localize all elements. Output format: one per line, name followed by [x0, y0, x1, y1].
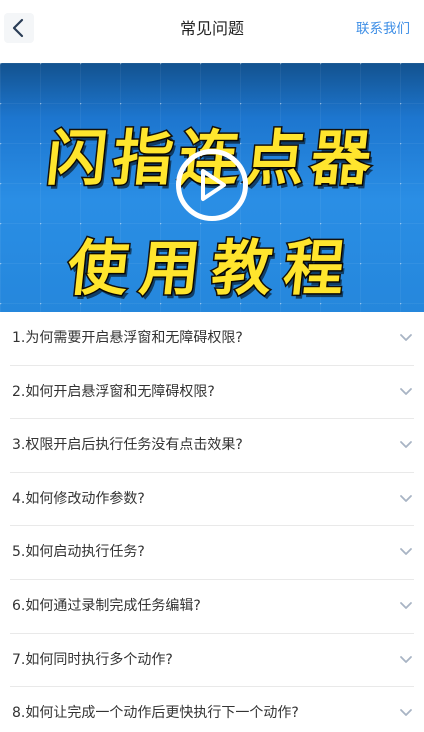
- faq-question-text: 1.为何需要开启悬浮窗和无障碍权限?: [12, 330, 243, 346]
- faq-item[interactable]: 5.如何启动执行任务?: [10, 526, 414, 580]
- chevron-down-icon: [400, 334, 412, 341]
- chevron-down-icon: [400, 494, 412, 502]
- top-nav-bar: 常见问题 联系我们: [0, 0, 424, 60]
- chevron-down-icon: [400, 441, 412, 449]
- banner-title-line-2: 使用教程: [63, 233, 361, 306]
- chevron-down-icon: [400, 548, 412, 556]
- faq-item[interactable]: 6.如何通过录制完成任务编辑?: [10, 580, 414, 634]
- faq-question-text: 6.如何通过录制完成任务编辑?: [12, 597, 201, 614]
- faq-item[interactable]: 3.权限开启后执行任务没有点击效果?: [10, 419, 414, 473]
- chevron-down-icon: [400, 387, 412, 395]
- faq-question-text: 8.如何让完成一个动作后更快执行下一个动作?: [12, 705, 299, 722]
- faq-item[interactable]: 2.如何开启悬浮窗和无障碍权限?: [10, 366, 414, 420]
- tutorial-video-banner[interactable]: 闪指连点器 使用教程: [0, 63, 424, 312]
- faq-question-text: 3.权限开启后执行任务没有点击效果?: [12, 437, 243, 454]
- back-button[interactable]: [4, 13, 34, 43]
- faq-item[interactable]: 4.如何修改动作参数?: [10, 473, 414, 527]
- faq-question-text: 2.如何开启悬浮窗和无障碍权限?: [12, 383, 215, 400]
- play-icon: [201, 169, 226, 201]
- contact-us-link[interactable]: 联系我们: [356, 0, 410, 58]
- play-button[interactable]: [176, 149, 248, 221]
- faq-question-text: 4.如何修改动作参数?: [12, 490, 145, 507]
- faq-question-text: 5.如何启动执行任务?: [12, 544, 145, 561]
- chevron-left-icon: [12, 18, 24, 38]
- faq-list: 1.为何需要开启悬浮窗和无障碍权限? 2.如何开启悬浮窗和无障碍权限? 3.权限开启…: [0, 312, 424, 732]
- faq-question-text: 7.如何同时执行多个动作?: [12, 651, 173, 668]
- chevron-down-icon: [400, 602, 412, 609]
- faq-item[interactable]: 7.如何同时执行多个动作?: [10, 634, 414, 688]
- chevron-down-icon: [400, 709, 412, 717]
- faq-item[interactable]: 8.如何让完成一个动作后更快执行下一个动作?: [10, 687, 414, 732]
- faq-item[interactable]: 1.为何需要开启悬浮窗和无障碍权限?: [10, 312, 414, 366]
- chevron-down-icon: [400, 655, 412, 663]
